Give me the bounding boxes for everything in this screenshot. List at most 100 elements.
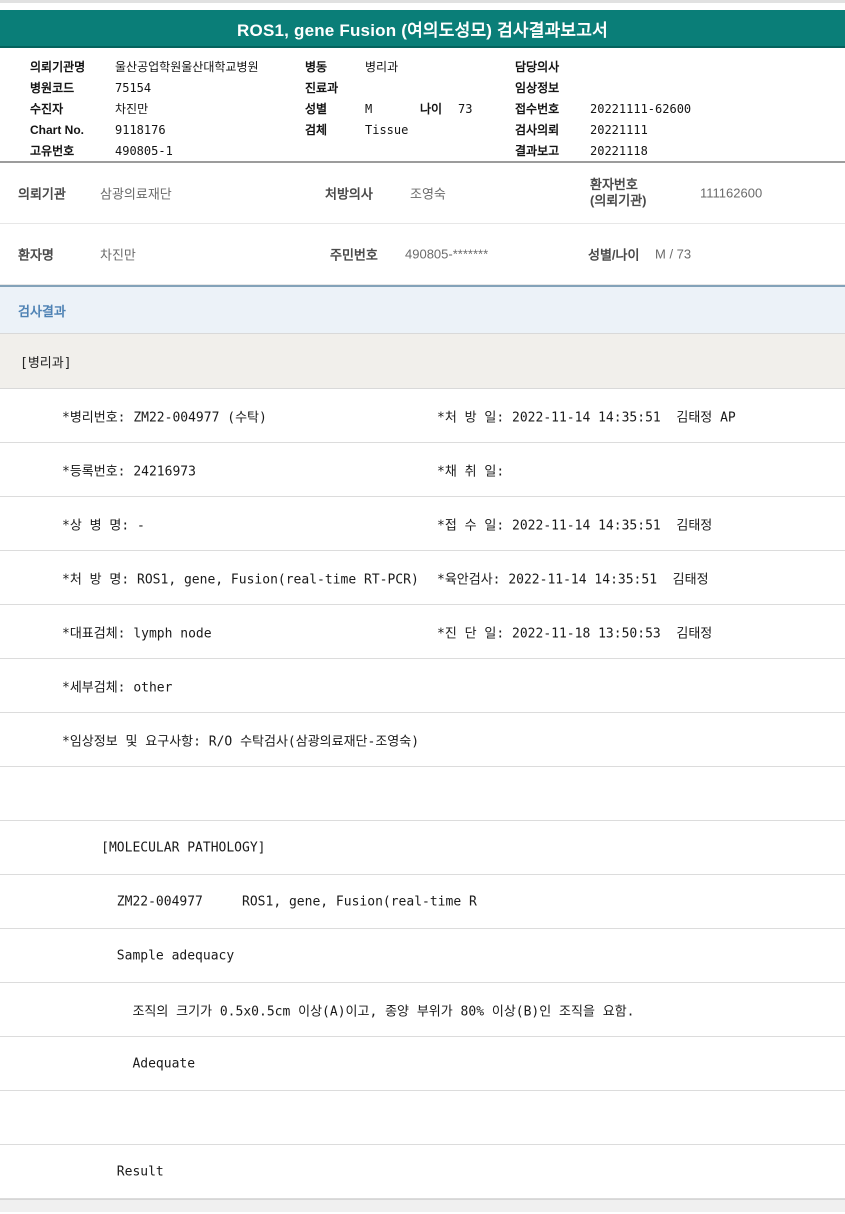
top-gap <box>0 3 845 10</box>
result-row-left: *병리번호: ZM22-004977 (수탁) <box>62 410 267 425</box>
test-results-section-title: 검사결과 <box>18 303 66 319</box>
result-row-left: *세부검체: other <box>62 680 173 695</box>
field-test-request-date: 검사의뢰 20221111 <box>515 119 691 140</box>
result-row-representative-specimen: *대표검체: lymph node *진 단 일: 2022-11-18 13:… <box>0 605 845 659</box>
report-title-bar: ROS1, gene Fusion (여의도성모) 검사결과보고서 <box>0 10 845 48</box>
field-examinee: 수진자 차진만 <box>30 98 259 119</box>
field-result-report-date: 결과보고 20221118 <box>515 140 691 161</box>
field-label: 결과보고 <box>515 144 560 158</box>
field-value: 20221118 <box>590 143 648 158</box>
field-label-age: 나이 <box>420 102 443 116</box>
field-value: 20221111-62600 <box>590 101 692 116</box>
field-value-age: 73 <box>458 101 473 116</box>
patient-name-label: 환자명 <box>18 247 54 263</box>
field-label: 진료과 <box>305 81 339 95</box>
field-value: 울산공업학원울산대학교병원 <box>115 60 259 74</box>
field-attending-doctor: 담당의사 <box>515 56 691 77</box>
result-row-left: *처 방 명: ROS1, gene, Fusion(real-time RT-… <box>62 572 419 587</box>
field-value: Tissue <box>365 122 409 137</box>
patient-no-label: 환자번호 (의뢰기관) <box>590 177 647 209</box>
result-row-registration-no: *등록번호: 24216973 *채 취 일: <box>0 443 845 497</box>
resident-no-value: 490805-******* <box>405 246 489 262</box>
field-label: 고유번호 <box>30 144 75 158</box>
patient-info-row: 환자명 차진만 주민번호 490805-******* 성별/나이 M / 73 <box>0 224 845 285</box>
report-title: ROS1, gene Fusion (여의도성모) 검사결과보고서 <box>237 20 608 40</box>
result-row-right: *진 단 일: 2022-11-18 13:50:53 김태정 <box>437 626 713 641</box>
sex-age-label: 성별/나이 <box>588 247 640 263</box>
result-row-test-id: ZM22-004977 ROS1, gene, Fusion(real-time… <box>0 875 845 929</box>
field-value: 병리과 <box>365 60 399 74</box>
result-row-right: *접 수 일: 2022-11-14 14:35:51 김태정 <box>437 518 713 533</box>
field-label: 검체 <box>305 123 328 137</box>
field-chart-no: Chart No. 9118176 <box>30 119 259 140</box>
result-row-clinical-request: *임상정보 및 요구사항: R/O 수탁검사(삼광의료재단-조영숙) <box>0 713 845 767</box>
horizontal-scrollbar[interactable] <box>0 1199 845 1212</box>
result-row-empty <box>0 767 845 821</box>
header-info-column-1: 의뢰기관명 울산공업학원울산대학교병원 병원코드 75154 수진자 차진만 C… <box>30 56 259 161</box>
patient-no-label-line2: (의뢰기관) <box>590 193 647 208</box>
department-label: [병리과] <box>20 355 72 371</box>
field-department: 진료과 <box>305 77 472 98</box>
header-info-column-2: 병동 병리과 진료과 성별 M 나이 73 검체 Tissue <box>305 56 472 140</box>
referral-org-label: 의뢰기관 <box>18 186 66 202</box>
field-referring-org-name: 의뢰기관명 울산공업학원울산대학교병원 <box>30 56 259 77</box>
result-row-adequacy-value: Adequate <box>0 1037 845 1091</box>
report-header-info: 의뢰기관명 울산공업학원울산대학교병원 병원코드 75154 수진자 차진만 C… <box>0 48 845 163</box>
patient-name-value: 차진만 <box>100 247 136 263</box>
result-row-left: 조직의 크기가 0.5x0.5cm 이상(A)이고, 종양 부위가 80% 이상… <box>62 1004 635 1019</box>
field-value: 20221111 <box>590 122 648 137</box>
field-value: 75154 <box>115 80 152 95</box>
result-row-left: Adequate <box>62 1056 196 1071</box>
header-info-column-3: 담당의사 임상정보 접수번호 20221111-62600 검사의뢰 20221… <box>515 56 691 161</box>
field-label: 의뢰기관명 <box>30 60 86 74</box>
field-label: 병동 <box>305 60 328 74</box>
field-specimen: 검체 Tissue <box>305 119 472 140</box>
result-row-order-name: *처 방 명: ROS1, gene, Fusion(real-time RT-… <box>0 551 845 605</box>
field-label: 병원코드 <box>30 81 75 95</box>
field-label: 임상정보 <box>515 81 560 95</box>
field-label: Chart No. <box>30 122 84 137</box>
field-label: 검사의뢰 <box>515 123 560 137</box>
result-row-left: Result <box>62 1164 164 1179</box>
result-row-empty-2 <box>0 1091 845 1145</box>
result-row-left: [MOLECULAR PATHOLOGY] <box>62 840 266 855</box>
department-row: [병리과] <box>0 333 845 389</box>
result-row-right: *육안검사: 2022-11-14 14:35:51 김태정 <box>437 572 709 587</box>
field-clinical-info: 임상정보 <box>515 77 691 98</box>
field-unique-no: 고유번호 490805-1 <box>30 140 259 161</box>
field-receipt-no: 접수번호 20221111-62600 <box>515 98 691 119</box>
field-label: 성별 <box>305 102 328 116</box>
result-row-right: *채 취 일: <box>437 464 505 479</box>
field-ward: 병동 병리과 <box>305 56 472 77</box>
field-sex-and-age: 성별 M 나이 73 <box>305 98 472 119</box>
result-row-disease-name: *상 병 명: - *접 수 일: 2022-11-14 14:35:51 김태… <box>0 497 845 551</box>
result-row-molecular-pathology-header: [MOLECULAR PATHOLOGY] <box>0 821 845 875</box>
result-row-adequacy-criteria: 조직의 크기가 0.5x0.5cm 이상(A)이고, 종양 부위가 80% 이상… <box>0 983 845 1037</box>
referral-info-row: 의뢰기관 삼광의료재단 처방의사 조영숙 환자번호 (의뢰기관) 11116260… <box>0 163 845 224</box>
field-label: 접수번호 <box>515 102 560 116</box>
resident-no-label: 주민번호 <box>330 247 378 263</box>
prescribing-doctor-value: 조영숙 <box>410 186 446 202</box>
result-row-sample-adequacy-header: Sample adequacy <box>0 929 845 983</box>
result-row-left: ZM22-004977 ROS1, gene, Fusion(real-time… <box>62 894 477 909</box>
field-value: M <box>365 101 373 116</box>
result-row-left: *임상정보 및 요구사항: R/O 수탁검사(삼광의료재단-조영숙) <box>62 734 420 749</box>
result-row-left: *대표검체: lymph node <box>62 626 212 641</box>
field-value: 490805-1 <box>115 143 173 158</box>
field-label: 수진자 <box>30 102 64 116</box>
sex-age-value: M / 73 <box>655 246 692 262</box>
referral-org-value: 삼광의료재단 <box>100 186 172 202</box>
field-label: 담당의사 <box>515 60 560 74</box>
result-row-result-header: Result <box>0 1145 845 1199</box>
prescribing-doctor-label: 처방의사 <box>325 186 373 202</box>
result-row-left: *등록번호: 24216973 <box>62 464 196 479</box>
result-row-left: Sample adequacy <box>62 948 235 963</box>
field-hospital-code: 병원코드 75154 <box>30 77 259 98</box>
result-row-left: *상 병 명: - <box>62 518 145 533</box>
result-row-right: *처 방 일: 2022-11-14 14:35:51 김태정 AP <box>437 410 736 425</box>
field-value: 차진만 <box>115 102 149 116</box>
patient-no-value: 111162600 <box>700 185 763 201</box>
patient-no-label-line1: 환자번호 <box>590 177 638 192</box>
result-row-detail-specimen: *세부검체: other <box>0 659 845 713</box>
test-results-section-header: 검사결과 <box>0 285 845 333</box>
